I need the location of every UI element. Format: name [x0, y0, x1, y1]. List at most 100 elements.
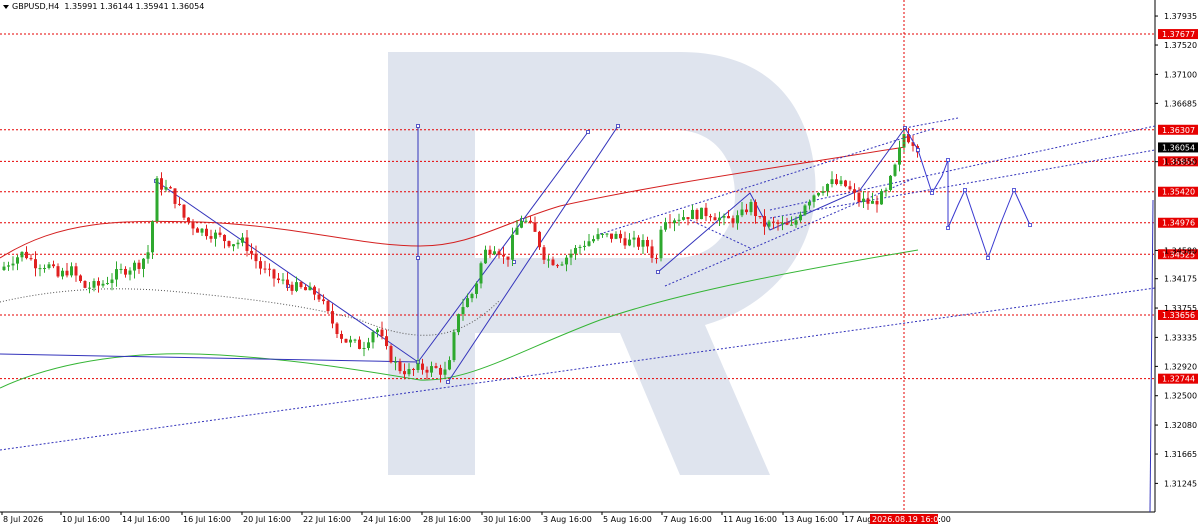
time-marker-suffix: :00	[938, 515, 951, 524]
forecast-node	[1028, 223, 1032, 227]
bull-candle	[691, 209, 694, 220]
bear-candle	[398, 361, 402, 372]
bull-candle	[110, 279, 114, 284]
bear-candle	[389, 346, 393, 363]
bull-candle	[151, 221, 154, 253]
bear-candle	[650, 246, 654, 258]
bear-candle	[331, 311, 334, 324]
price-level-label: 1.34976	[1162, 219, 1195, 228]
bull-candle	[281, 279, 285, 281]
bull-candle	[524, 220, 528, 222]
bear-candle	[272, 269, 276, 279]
bull-candle	[443, 369, 447, 375]
bear-candle	[209, 236, 213, 239]
bear-candle	[34, 259, 37, 269]
bear-candle	[25, 251, 28, 259]
bear-candle	[619, 233, 622, 239]
bull-candle	[826, 183, 829, 192]
bear-candle	[434, 366, 438, 368]
forecast-node	[946, 158, 950, 162]
channel-top-ext	[904, 117, 959, 129]
time-axis: 8 Jul 2026 10 Jul 16:00 14 Jul 16:00 16 Jul…	[1, 512, 951, 524]
bull-candle	[475, 283, 478, 294]
bear-candle	[380, 329, 384, 337]
bull-candle	[88, 287, 91, 289]
y-tick-label: 1.31665	[1164, 450, 1197, 459]
bear-candle	[533, 222, 537, 232]
bull-candle	[601, 233, 604, 235]
bear-candle	[196, 228, 199, 233]
bear-candle	[326, 301, 330, 312]
bull-candle	[718, 217, 721, 221]
bull-candle	[371, 332, 375, 343]
bull-candle	[119, 268, 123, 270]
bull-candle	[479, 263, 483, 284]
bull-candle	[448, 360, 451, 370]
price-level-label: 1.35420	[1162, 188, 1195, 197]
bull-candle	[520, 220, 523, 228]
bull-candle	[767, 221, 771, 227]
watermark-logo	[388, 52, 816, 475]
y-tick-label: 1.35850	[1164, 158, 1197, 167]
x-tick-label: 16 Jul 16:00	[183, 515, 231, 524]
bull-candle	[47, 264, 51, 269]
bull-candle	[781, 222, 784, 224]
bull-candle	[146, 252, 150, 259]
bear-candle	[250, 250, 253, 254]
bull-candle	[659, 229, 663, 259]
bull-candle	[484, 249, 487, 264]
bear-candle	[227, 241, 231, 247]
x-tick-label: 13 Aug 16:00	[784, 515, 838, 524]
edge-indicator-line	[1149, 199, 1154, 513]
x-tick-label: 14 Jul 16:00	[122, 515, 170, 524]
bull-candle	[466, 298, 469, 308]
bear-candle	[169, 187, 172, 189]
forecast-node	[916, 148, 920, 152]
bull-candle	[614, 233, 618, 239]
bull-candle	[43, 268, 46, 270]
bull-candle	[511, 234, 514, 260]
bull-candle	[430, 366, 433, 373]
bull-candle	[736, 215, 739, 224]
bear-candle	[844, 180, 847, 187]
bear-candle	[313, 286, 316, 295]
x-tick-label: 7 Aug 16:00	[663, 515, 712, 524]
bull-candle	[394, 361, 397, 363]
bear-candle	[637, 237, 640, 247]
y-tick-label: 1.33335	[1164, 333, 1197, 342]
forecast-node	[946, 226, 950, 230]
chart-header: GBPUSD,H4 1.35991 1.36144 1.35941 1.3605…	[3, 2, 204, 11]
collapse-triangle-icon[interactable]	[3, 4, 9, 9]
bull-candle	[295, 282, 298, 291]
bull-candle	[164, 187, 168, 190]
bear-candle	[205, 228, 208, 237]
bear-candle	[866, 198, 870, 204]
bear-candle	[83, 281, 87, 288]
x-tick-label: 28 Jul 16:00	[423, 515, 471, 524]
chart-area[interactable]: 1.37677 1.36307 1.35855 1.35420 1.34976 1.345…	[0, 0, 1200, 526]
bull-candle	[889, 175, 892, 190]
downtrend-line	[155, 180, 419, 363]
bull-candle	[799, 214, 802, 221]
price-chart[interactable]: 1.376771.363071.358551.354201.349761.345…	[0, 0, 1200, 526]
bear-candle	[772, 221, 775, 223]
bull-candle	[452, 332, 456, 361]
bear-candle	[268, 268, 271, 270]
x-tick-label: 8 Jul 2026	[3, 515, 43, 524]
bull-candle	[92, 281, 96, 288]
bull-candle	[817, 192, 820, 196]
bull-candle	[155, 178, 159, 222]
bear-candle	[610, 233, 613, 239]
bull-candle	[830, 179, 834, 184]
bull-candle	[115, 269, 118, 280]
bear-candle	[403, 371, 406, 375]
trend-node	[616, 124, 620, 128]
forecast-node	[930, 191, 934, 195]
bear-candle	[29, 258, 33, 260]
bear-candle	[853, 189, 856, 193]
bear-candle	[857, 192, 861, 202]
bull-candle	[416, 363, 420, 370]
bear-candle	[223, 234, 226, 242]
bull-candle	[200, 228, 204, 233]
bull-candle	[38, 268, 42, 270]
